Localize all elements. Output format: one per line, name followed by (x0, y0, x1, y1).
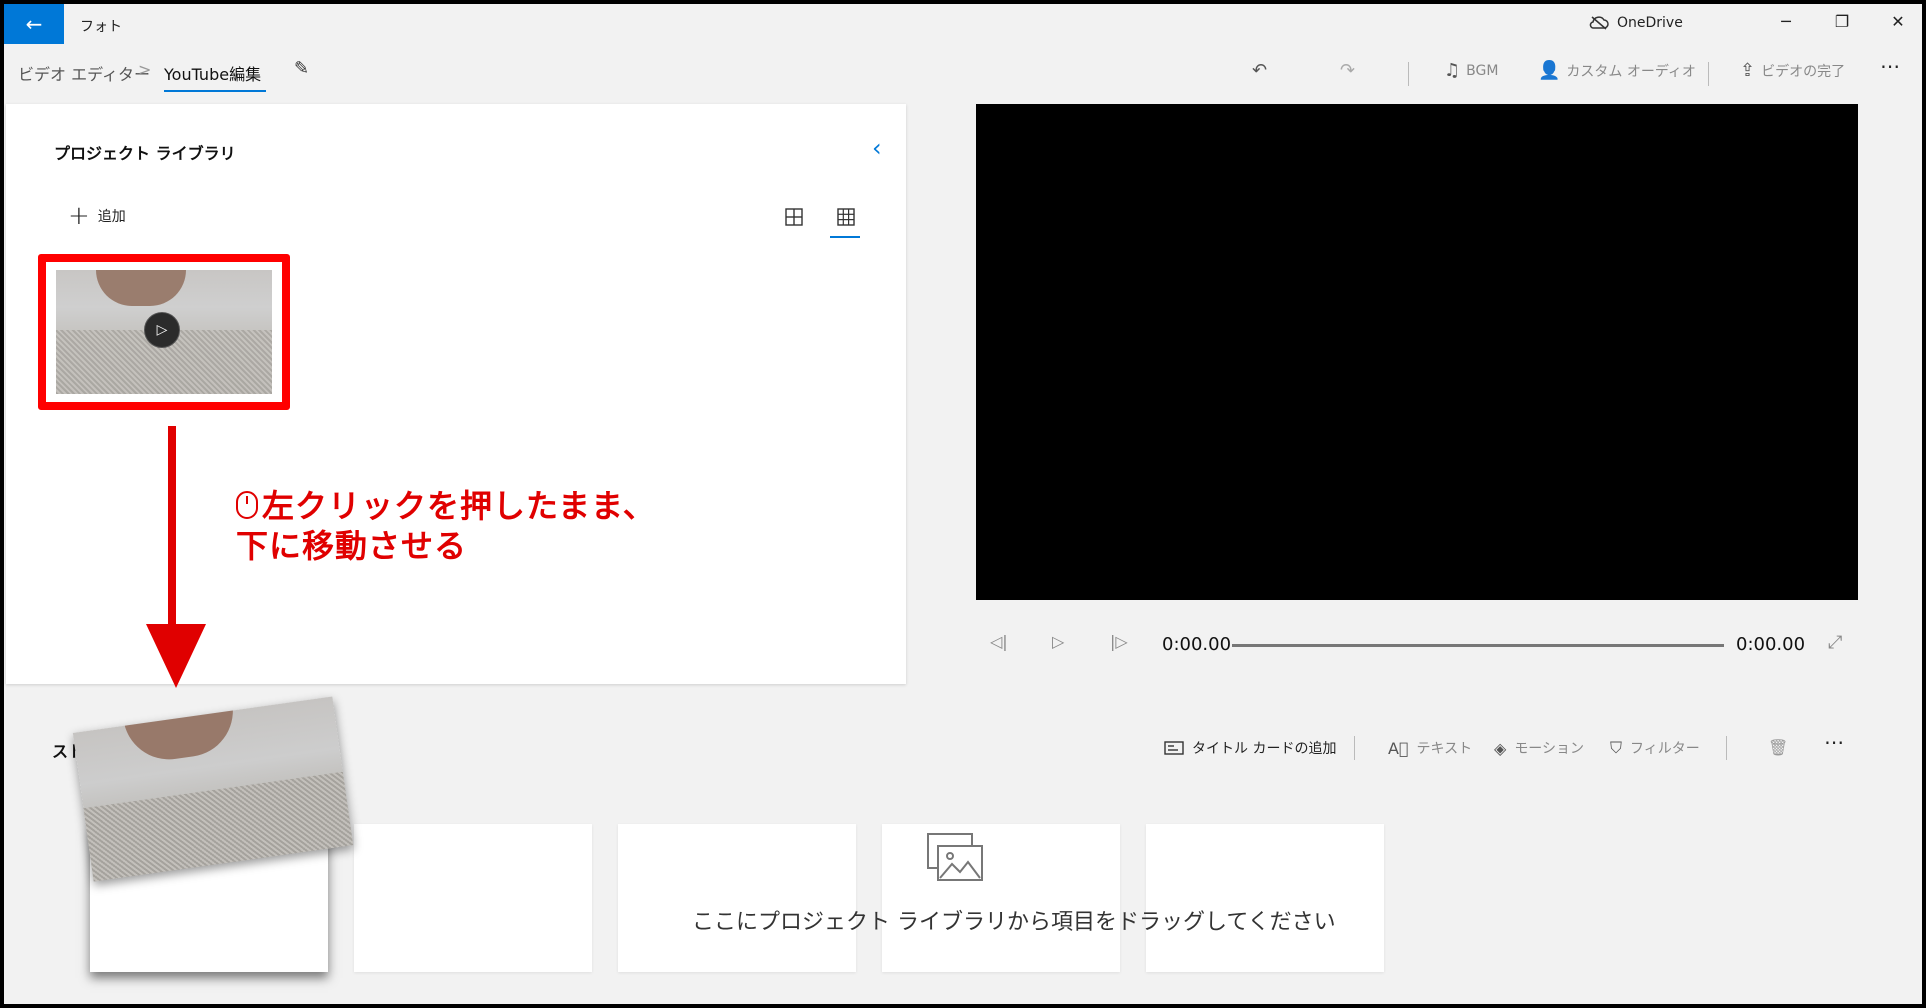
instruction-line-1: 左クリックを押したまま、 (262, 487, 656, 525)
motion-icon: ◈ (1494, 738, 1507, 758)
mouse-icon (236, 491, 258, 519)
undo-button[interactable]: ↶ (1252, 60, 1267, 81)
grid-large-icon[interactable] (784, 207, 804, 227)
video-thumbnail[interactable]: ▷ (56, 270, 272, 394)
image-drop-icon (927, 833, 983, 881)
add-title-card-button[interactable]: タイトル カードの追加 (1164, 738, 1336, 758)
toolbar-divider (1408, 62, 1409, 86)
total-time: 0:00.00 (1736, 634, 1806, 655)
close-icon[interactable]: ✕ (1888, 12, 1908, 31)
step-back-icon[interactable]: ◁| (990, 632, 1008, 651)
drop-hint-text: ここにプロジェクト ライブラリから項目をドラッグしてください (692, 910, 1336, 935)
finish-video-label: ビデオの完了 (1761, 63, 1846, 80)
play-button[interactable]: ▷ (1052, 632, 1064, 651)
bgm-label: BGM (1466, 62, 1499, 79)
toolbar-divider (1708, 62, 1709, 86)
add-label: 追加 (97, 209, 126, 225)
onedrive-status[interactable]: OneDrive (1589, 15, 1683, 31)
storyboard-slot[interactable] (354, 824, 592, 972)
text-label: テキスト (1416, 741, 1473, 757)
text-button[interactable]: A⃞ テキスト (1388, 738, 1472, 758)
title-bar: ← フォト OneDrive ─ ❐ ✕ (4, 4, 1922, 44)
more-icon[interactable]: ⋯ (1824, 730, 1844, 754)
app-title: フォト (80, 19, 122, 35)
breadcrumb-separator: > (138, 60, 152, 79)
motion-button[interactable]: ◈ モーション (1494, 738, 1584, 758)
project-library-panel: プロジェクト ライブラリ ‹ + 追加 ▷ (6, 104, 906, 684)
cloud-off-icon (1589, 16, 1609, 30)
finish-video-button[interactable]: ⇪ ビデオの完了 (1740, 60, 1845, 81)
fullscreen-icon[interactable]: ⤢ (1828, 632, 1842, 653)
filter-button[interactable]: ⛉ フィルター (1610, 738, 1700, 758)
view-selected-underline (830, 236, 860, 238)
person-audio-icon: 👤 (1538, 60, 1561, 81)
instruction-line-2: 下に移動させる (236, 527, 468, 565)
pencil-icon[interactable]: ✎ (294, 58, 309, 79)
annotation-instruction: 左クリックを押したまま、 下に移動させる (236, 486, 656, 566)
music-note-icon: ♫ (1444, 60, 1461, 81)
storyboard-slot[interactable] (618, 824, 856, 972)
more-icon[interactable]: ⋯ (1880, 54, 1900, 78)
back-button[interactable]: ← (4, 4, 64, 44)
current-time: 0:00.00 (1162, 634, 1232, 655)
trash-icon: 🗑 (1768, 738, 1789, 757)
annotation-arrow-head (146, 624, 206, 688)
motion-label: モーション (1514, 741, 1585, 757)
add-title-card-label: タイトル カードの追加 (1192, 741, 1337, 757)
chevron-left-icon[interactable]: ‹ (872, 134, 882, 162)
storyboard-slot[interactable] (882, 824, 1120, 972)
undo-icon: ↶ (1252, 60, 1268, 81)
seek-bar[interactable] (1232, 644, 1724, 647)
minimize-icon[interactable]: ─ (1776, 12, 1796, 31)
restore-icon[interactable]: ❐ (1832, 12, 1852, 31)
thumbnail-hand (123, 704, 239, 766)
text-icon: A⃞ (1388, 738, 1409, 758)
highlight-box: ▷ (38, 254, 290, 410)
redo-button[interactable]: ↷ (1340, 60, 1355, 81)
project-name[interactable]: YouTube編集 (164, 61, 261, 85)
delete-button[interactable]: 🗑 (1768, 738, 1788, 757)
bgm-button[interactable]: ♫ BGM (1444, 60, 1498, 81)
library-title: プロジェクト ライブラリ (54, 144, 236, 163)
filter-label: フィルター (1630, 741, 1700, 757)
custom-audio-button[interactable]: 👤 カスタム オーディオ (1538, 60, 1696, 81)
thumbnail-hand (96, 270, 186, 306)
step-forward-icon[interactable]: |▷ (1110, 632, 1128, 651)
onedrive-label: OneDrive (1617, 15, 1683, 31)
toolbar-divider (1354, 736, 1355, 760)
storyboard-slot[interactable] (1146, 824, 1384, 972)
custom-audio-label: カスタム オーディオ (1566, 63, 1696, 80)
filter-icon: ⛉ (1610, 738, 1623, 757)
project-name-underline (164, 90, 266, 92)
play-icon[interactable]: ▷ (144, 312, 180, 348)
grid-small-icon[interactable] (836, 207, 856, 227)
back-arrow-icon: ← (25, 12, 43, 36)
playback-controls: ◁| ▷ |▷ 0:00.00 0:00.00 ⤢ (976, 626, 1858, 666)
add-button[interactable]: + 追加 (68, 201, 126, 231)
share-icon: ⇪ (1740, 60, 1756, 81)
toolbar-divider (1726, 736, 1727, 760)
redo-icon: ↷ (1340, 60, 1356, 81)
plus-icon: + (68, 201, 90, 231)
video-preview[interactable] (976, 104, 1858, 600)
annotation-arrow-line (168, 426, 176, 646)
title-card-icon (1164, 741, 1184, 755)
editor-header: ビデオ エディター > YouTube編集 ✎ ↶ ↷ ♫ BGM 👤 カスタム オ… (4, 48, 1922, 96)
breadcrumb-root[interactable]: ビデオ エディター (18, 61, 150, 85)
app-window: ← フォト OneDrive ─ ❐ ✕ ビデオ エディター > YouTube… (4, 4, 1922, 1004)
